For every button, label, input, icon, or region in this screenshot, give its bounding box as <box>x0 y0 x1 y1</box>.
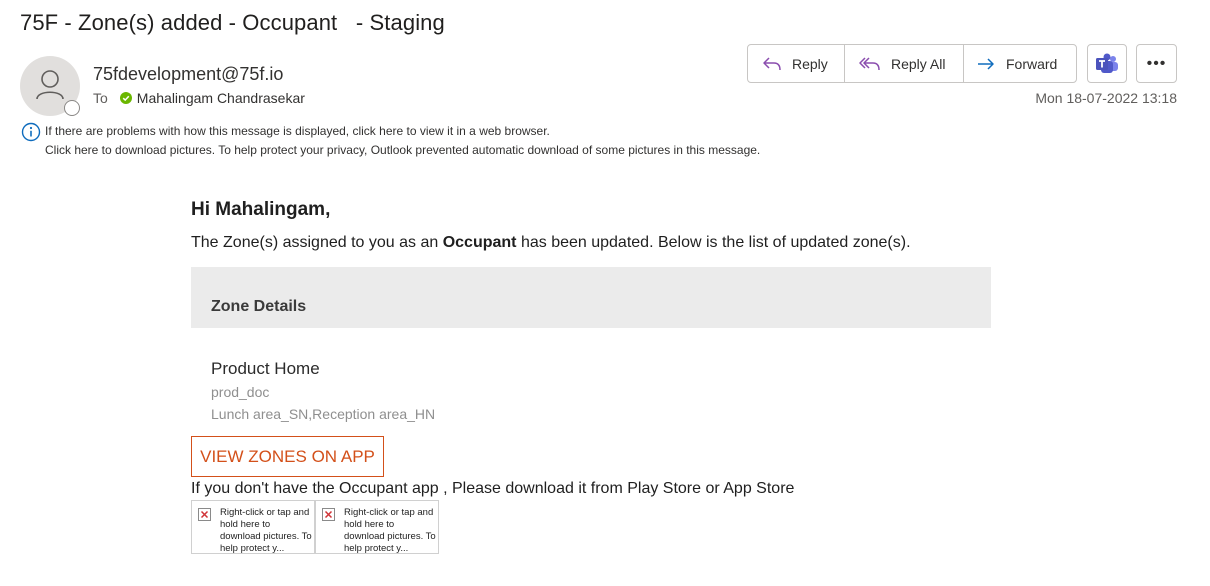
app-store-image-placeholder[interactable]: Right-click or tap and hold here to down… <box>315 500 439 554</box>
reply-all-button[interactable]: Reply All <box>845 45 964 82</box>
intro-role: Occupant <box>442 234 517 251</box>
forward-label: Forward <box>1006 55 1058 72</box>
recipient-row: To Mahalingam Chandrasekar <box>93 90 305 106</box>
download-pictures-link[interactable]: Click here to download pictures. To help… <box>45 143 760 157</box>
forward-arrow-icon <box>978 57 994 70</box>
teams-button[interactable] <box>1087 44 1127 83</box>
reply-label: Reply <box>792 55 828 72</box>
intro-text: The Zone(s) assigned to you as an Occupa… <box>191 234 911 252</box>
download-app-text: If you don't have the Occupant app , Ple… <box>191 480 795 497</box>
view-in-browser-link[interactable]: If there are problems with how this mess… <box>45 124 550 138</box>
email-subject: 75F - Zone(s) added - Occupant - Staging <box>20 10 445 35</box>
more-actions-button[interactable]: ••• <box>1136 44 1177 83</box>
intro-after: has been updated. Below is the list of u… <box>516 234 911 251</box>
forward-button[interactable]: Forward <box>964 45 1076 82</box>
received-date: Mon 18-07-2022 13:18 <box>1035 90 1177 106</box>
view-zones-button[interactable]: VIEW ZONES ON APP <box>191 436 384 477</box>
zone-detail: Lunch area_SN,Reception area_HN <box>211 406 436 422</box>
zone-details-header: Zone Details <box>191 267 991 328</box>
placeholder-text: Right-click or tap and hold here to down… <box>220 507 312 554</box>
greeting: Hi Mahalingam, <box>191 199 331 220</box>
placeholder-text: Right-click or tap and hold here to down… <box>344 507 436 554</box>
zone-name: Product Home <box>211 359 320 378</box>
recipient-name[interactable]: Mahalingam Chandrasekar <box>137 90 305 106</box>
to-label: To <box>93 90 108 106</box>
play-store-image-placeholder[interactable]: Right-click or tap and hold here to down… <box>191 500 315 554</box>
available-status-icon <box>119 92 132 104</box>
reply-all-label: Reply All <box>891 55 946 72</box>
sender-address[interactable]: 75fdevelopment@75f.io <box>93 64 283 85</box>
reply-all-icon <box>859 56 880 70</box>
intro-before: The Zone(s) assigned to you as an <box>191 234 443 251</box>
broken-image-icon <box>322 508 335 521</box>
zone-details-heading: Zone Details <box>211 298 307 315</box>
reply-button[interactable]: Reply <box>748 45 845 82</box>
info-icon <box>21 122 41 142</box>
message-actions: Reply Reply All Forward <box>747 44 1077 83</box>
zone-detail: prod_doc <box>211 384 270 400</box>
presence-indicator <box>64 100 80 116</box>
reply-icon <box>763 56 781 70</box>
teams-icon <box>1096 53 1118 73</box>
broken-image-icon <box>198 508 211 521</box>
